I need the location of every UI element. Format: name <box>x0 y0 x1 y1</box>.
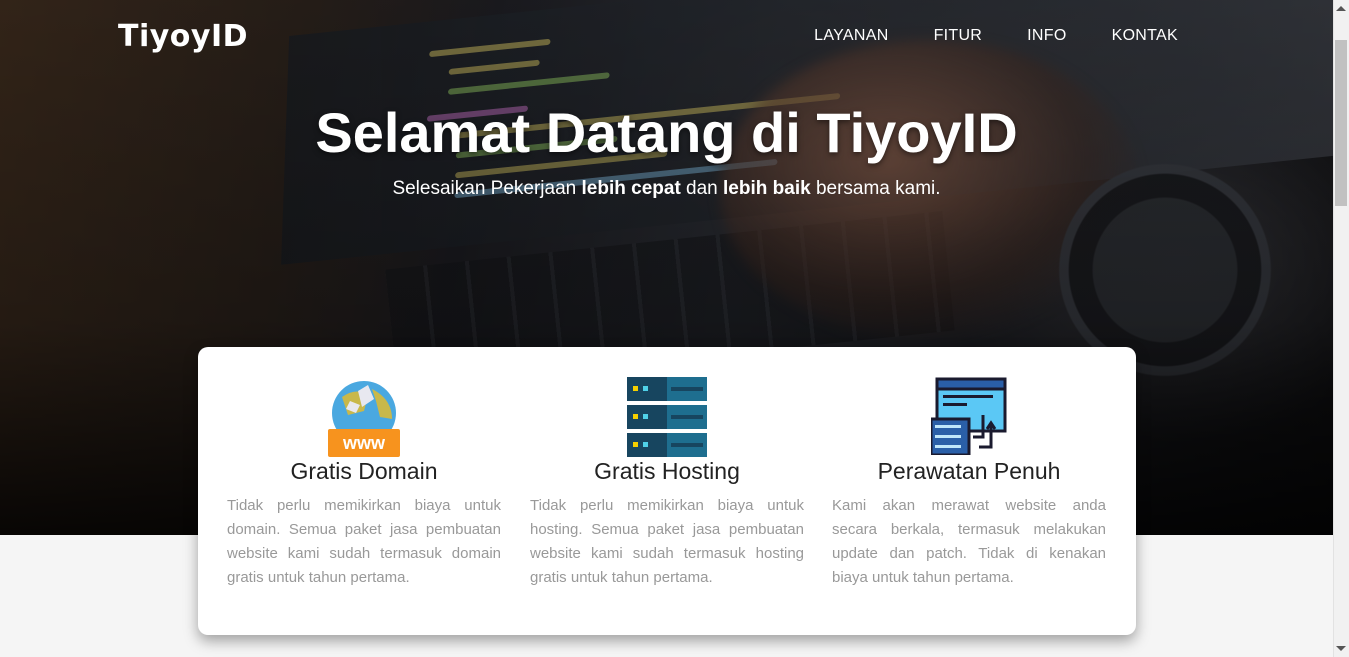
brand-logo[interactable]: TiyoyID <box>118 19 248 54</box>
nav-item-fitur[interactable]: FITUR <box>934 27 983 45</box>
feature-title: Gratis Hosting <box>594 458 740 484</box>
feature-description: Tidak perlu memikirkan biaya untuk hosti… <box>530 497 804 586</box>
nav-item-layanan[interactable]: LAYANAN <box>814 27 888 45</box>
hero-subtitle-part: Selesaikan Pekerjaan <box>392 178 582 199</box>
website-maintenance-icon <box>929 377 1007 460</box>
scroll-down-arrow-icon[interactable] <box>1336 646 1346 651</box>
nav-item-info[interactable]: INFO <box>1027 27 1066 45</box>
hero-subtitle-part: bersama kami. <box>810 178 941 199</box>
hero-subtitle-emphasis-faster: lebih cepat <box>581 178 681 199</box>
server-rack-icon <box>627 377 707 462</box>
www-icon-text: www <box>342 433 386 453</box>
www-globe-icon: www <box>328 377 400 464</box>
hero-subtitle: Selesaikan Pekerjaan lebih cepat dan leb… <box>0 178 1333 200</box>
hero-subtitle-part: dan <box>680 178 724 199</box>
hero-title: Selamat Datang di TiyoyID <box>315 101 1018 164</box>
feature-description: Tidak perlu memikirkan biaya untuk domai… <box>227 497 501 586</box>
page-scrollbar[interactable] <box>1333 0 1349 657</box>
top-navbar: TiyoyID LAYANAN FITUR INFO KONTAK <box>0 0 1333 72</box>
scrollbar-thumb[interactable] <box>1335 40 1347 206</box>
scroll-up-arrow-icon[interactable] <box>1336 6 1346 11</box>
features-card: www Gratis Domain Tidak perlu memikirkan… <box>198 347 1136 635</box>
feature-title: Perawatan Penuh <box>877 458 1061 484</box>
feature-description: Kami akan merawat website anda secara be… <box>832 497 1106 586</box>
hero-subtitle-emphasis-better: lebih baik <box>723 178 811 199</box>
nav-menu: LAYANAN FITUR INFO KONTAK <box>814 27 1178 45</box>
nav-item-kontak[interactable]: KONTAK <box>1112 27 1178 45</box>
feature-title: Gratis Domain <box>290 458 438 484</box>
